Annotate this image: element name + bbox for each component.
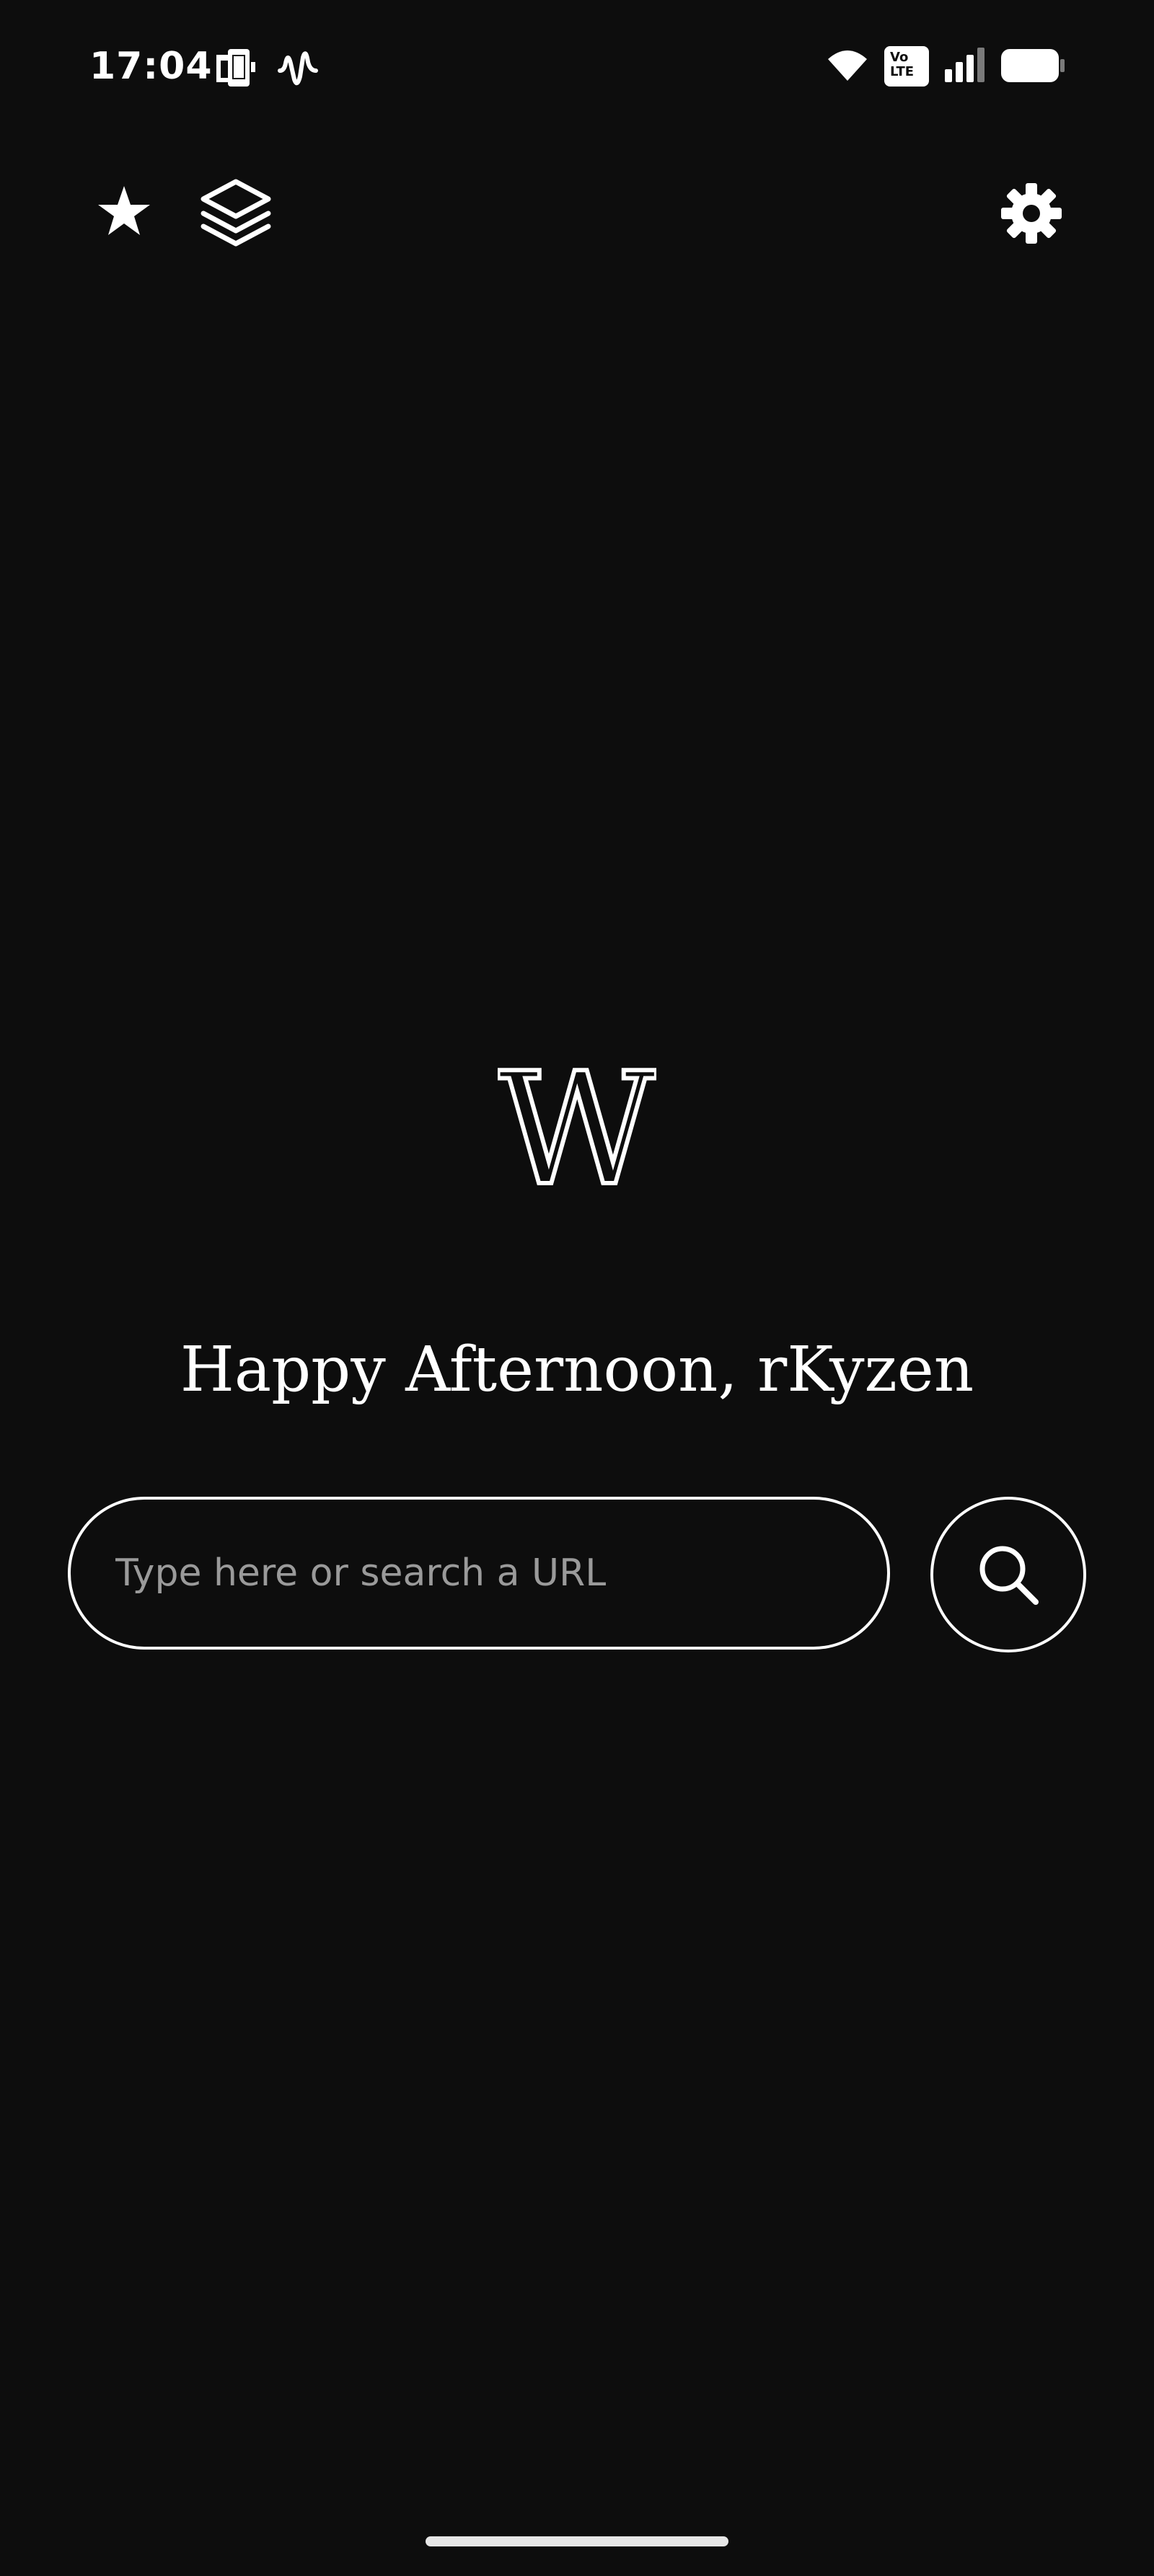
audio-wave-icon <box>278 51 318 86</box>
battery-icon <box>1001 49 1065 82</box>
star-icon <box>98 186 150 235</box>
volte-icon: Vo LTE <box>884 46 929 87</box>
volte-label-top: Vo <box>890 50 909 65</box>
tabs-button[interactable] <box>198 174 274 251</box>
home-indicator[interactable] <box>426 2536 728 2546</box>
gear-icon <box>1001 183 1062 244</box>
logo-letter: W <box>498 1063 656 1193</box>
settings-button[interactable] <box>998 180 1065 247</box>
status-bar: 17:04 Vo LTE <box>0 0 1154 137</box>
cellular-signal-icon <box>945 48 985 82</box>
phone-screen-icon <box>216 49 255 87</box>
bookmarks-button[interactable] <box>91 177 157 244</box>
search-icon <box>979 1546 1039 1605</box>
search-button[interactable] <box>930 1497 1086 1652</box>
layers-icon <box>201 179 271 247</box>
app-logo: W <box>498 1063 656 1193</box>
search-field[interactable] <box>68 1497 890 1650</box>
search-input[interactable] <box>71 1500 887 1647</box>
status-time: 17:04 <box>89 45 213 88</box>
greeting-text: Happy Afternoon, rKyzen <box>180 1334 974 1406</box>
volte-label-bottom: LTE <box>890 64 915 79</box>
wifi-icon <box>828 50 867 81</box>
